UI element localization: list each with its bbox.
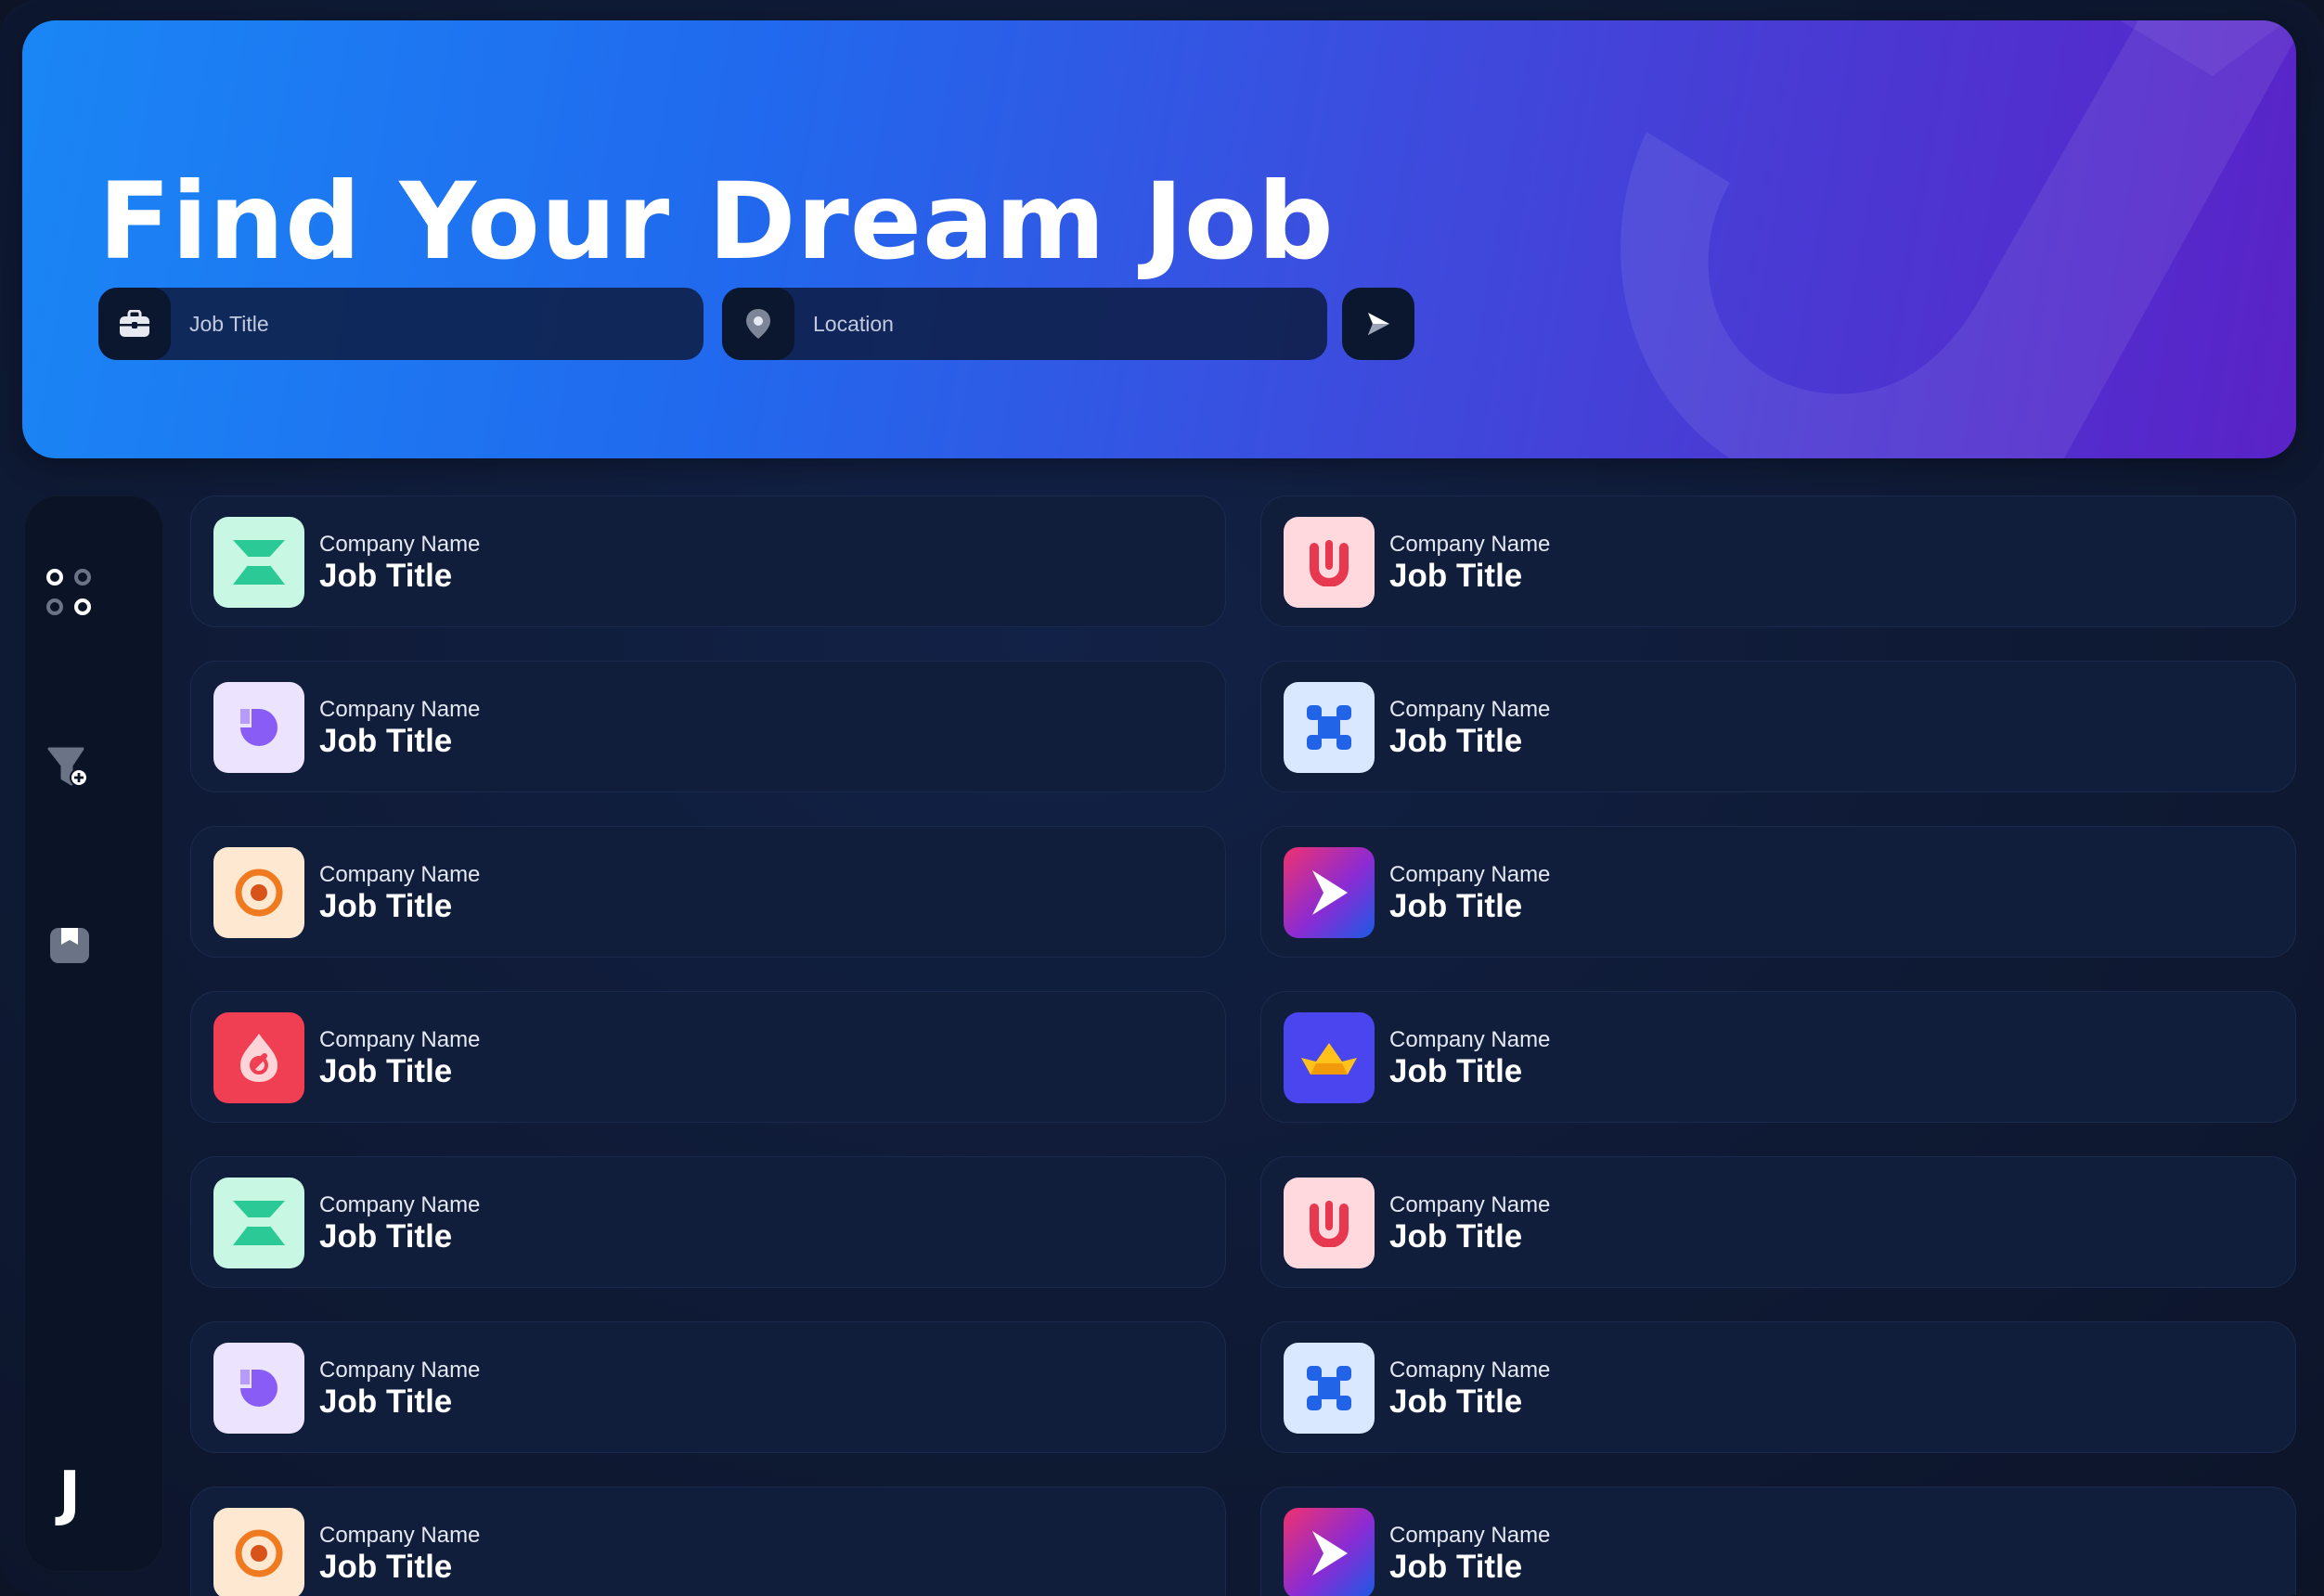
company-name: Company Name [1389,697,1551,722]
job-card[interactable]: Company Name Job Title [1260,1156,2296,1288]
job-title: Job Title [1389,1549,1523,1585]
grid-dots-icon [46,569,91,615]
hero-banner: Find Your Dream Job [22,20,2296,458]
crown-boat-logo [1284,1012,1375,1103]
company-name: Company Name [319,697,481,722]
company-name: Company Name [319,1358,481,1383]
job-card[interactable]: Company Name Job Title [190,1156,1226,1288]
company-name: Company Name [319,532,481,557]
company-name: Company Name [1389,1027,1551,1052]
play-arrow-logo [1284,847,1375,938]
job-card[interactable]: Company Name Job Title [190,1321,1226,1453]
sidebar-item-filter[interactable] [32,731,107,805]
job-card[interactable]: Comapny Name Job Title [1260,1321,2296,1453]
company-name: Company Name [319,1523,481,1548]
sidebar-item-dashboard[interactable] [32,555,107,629]
job-card[interactable]: Company Name Job Title [1260,496,2296,627]
target-ring-logo [213,1508,304,1596]
cross-nodes-logo [1284,682,1375,773]
job-card[interactable]: Company Name Job Title [190,496,1226,627]
job-title: Job Title [1389,723,1523,759]
u-letter-logo [1284,517,1375,608]
job-title-field[interactable] [98,288,704,360]
company-name: Company Name [1389,1192,1551,1217]
location-input[interactable] [813,311,1296,337]
job-card[interactable]: Company Name Job Title [190,826,1226,958]
company-name: Company Name [1389,862,1551,887]
sidebar-item-saved[interactable] [32,907,107,982]
job-card[interactable]: Company Name Job Title [1260,826,2296,958]
company-name: Company Name [1389,1523,1551,1548]
location-field[interactable] [722,288,1327,360]
job-title: Job Title [1389,1218,1523,1255]
job-title: Job Title [1389,1384,1523,1420]
pie-logo [213,1343,304,1434]
job-title-input[interactable] [189,311,672,337]
search-submit-button[interactable] [1342,288,1414,360]
job-title: Job Title [1389,888,1523,924]
job-card[interactable]: Company Name Job Title [1260,661,2296,792]
job-card[interactable]: Company Name Job Title [190,1487,1226,1596]
hourglass-logo [213,1178,304,1268]
bookmark-icon [50,928,89,963]
brand-logo: J [58,1460,81,1528]
company-name: Company Name [319,1027,481,1052]
map-pin-icon [722,288,794,360]
sidebar [24,496,163,1572]
job-card[interactable]: Company Name Job Title [1260,1487,2296,1596]
job-title: Job Title [319,1384,453,1420]
company-name: Company Name [319,862,481,887]
job-card[interactable]: Company Name Job Title [190,991,1226,1123]
cross-nodes-logo [1284,1343,1375,1434]
send-arrow-icon [1368,313,1389,335]
job-title: Job Title [1389,558,1523,594]
job-title: Job Title [319,1053,453,1089]
job-title: Job Title [319,1218,453,1255]
play-arrow-logo [1284,1508,1375,1596]
job-title: Job Title [1389,1053,1523,1089]
briefcase-icon [98,288,171,360]
job-card[interactable]: Company Name Job Title [190,661,1226,792]
page-title: Find Your Dream Job [98,160,1335,283]
job-card[interactable]: Company Name Job Title [1260,991,2296,1123]
target-ring-logo [213,847,304,938]
job-title: Job Title [319,723,453,759]
u-letter-logo [1284,1178,1375,1268]
job-title: Job Title [319,1549,453,1585]
company-name: Company Name [1389,532,1551,557]
drop-link-logo [213,1012,304,1103]
hourglass-logo [213,517,304,608]
hero-decoration [1620,20,2296,458]
pie-logo [213,682,304,773]
filter-add-icon [47,747,88,787]
company-name: Comapny Name [1389,1358,1551,1383]
job-title: Job Title [319,558,453,594]
company-name: Company Name [319,1192,481,1217]
job-title: Job Title [319,888,453,924]
app-window: Find Your Dream Job Job Title Location J… [0,0,2324,1596]
